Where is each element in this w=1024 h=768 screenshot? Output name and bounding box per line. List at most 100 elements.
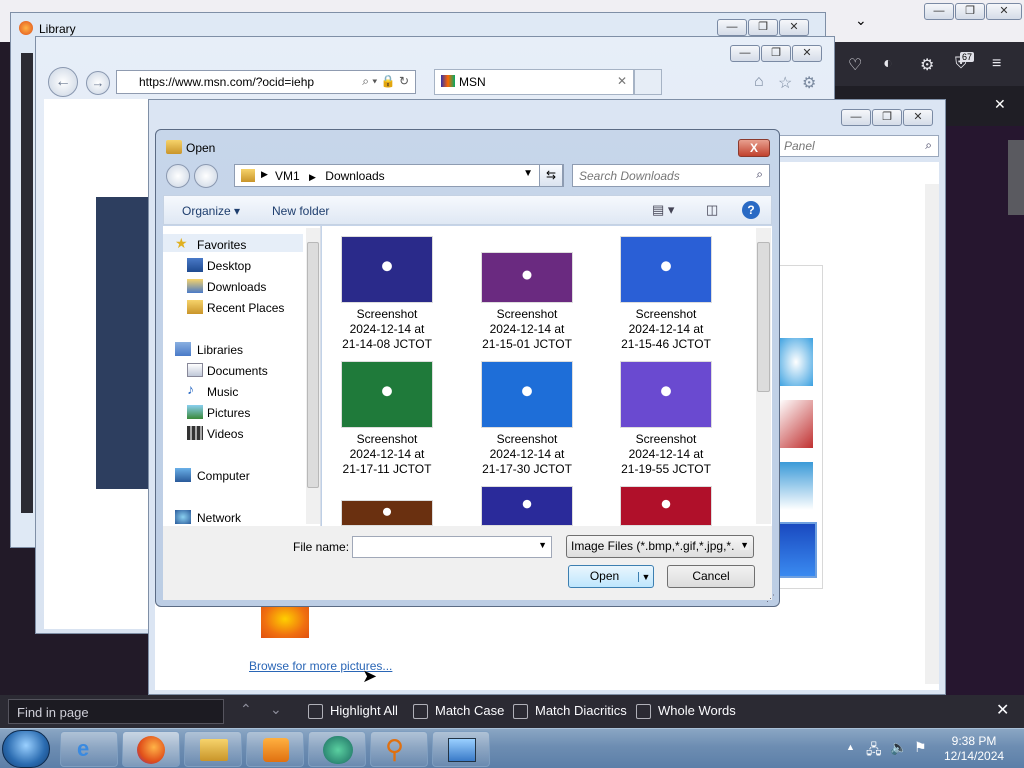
- file-name-field[interactable]: ▼: [352, 536, 552, 558]
- clock[interactable]: 9:38 PM 12/14/2024: [944, 734, 1004, 764]
- taskbar-ie[interactable]: e: [60, 731, 118, 767]
- close-button[interactable]: ✕: [779, 19, 809, 36]
- match-diacritics-label[interactable]: Match Diacritics: [535, 703, 627, 718]
- search-icon[interactable]: ⌕: [925, 138, 932, 153]
- taskbar-search[interactable]: ⚲: [370, 731, 428, 767]
- start-button[interactable]: [2, 730, 50, 768]
- chevron-down-icon[interactable]: ▼: [637, 572, 651, 582]
- tab-msn[interactable]: MSN ✕: [434, 69, 634, 95]
- sidebar-header-favorites[interactable]: Favorites: [197, 238, 246, 252]
- preview-pane-icon[interactable]: ◫: [706, 202, 718, 218]
- chevron-down-icon[interactable]: ⌄: [270, 701, 282, 718]
- close-icon[interactable]: ✕: [994, 96, 1006, 113]
- taskbar-firefox[interactable]: [122, 731, 180, 767]
- taskbar-app[interactable]: [308, 731, 366, 767]
- minimize-button[interactable]: —: [841, 109, 871, 126]
- new-folder-button[interactable]: New folder: [272, 204, 329, 218]
- match-case-label[interactable]: Match Case: [435, 703, 504, 718]
- sidebar-item-network[interactable]: Network: [197, 511, 241, 525]
- minimize-button[interactable]: —: [717, 19, 747, 36]
- refresh-icon[interactable]: ⇆: [539, 164, 563, 187]
- file-item[interactable]: [322, 500, 452, 526]
- action-center-icon[interactable]: ⚑: [914, 739, 927, 756]
- sidebar-item-recent-places[interactable]: Recent Places: [207, 301, 284, 315]
- whole-words-checkbox[interactable]: [636, 704, 651, 719]
- close-button[interactable]: X: [738, 139, 770, 157]
- organize-button[interactable]: Organize ▾: [182, 204, 240, 218]
- match-diacritics-checkbox[interactable]: [513, 704, 528, 719]
- file-type-select[interactable]: Image Files (*.bmp,*.gif,*.jpg,*. ▼: [566, 535, 754, 558]
- file-item[interactable]: Screenshot 2024-12-14 at 21-15-01 JCTOT: [462, 236, 592, 352]
- wallpaper-thumbnail[interactable]: [779, 462, 813, 510]
- find-input[interactable]: Find in page: [8, 699, 224, 724]
- close-button[interactable]: ✕: [903, 109, 933, 126]
- cancel-button[interactable]: Cancel: [667, 565, 755, 588]
- chevron-down-icon[interactable]: ⌄: [855, 12, 867, 29]
- sidebar-item-documents[interactable]: Documents: [207, 364, 268, 378]
- scroll-thumb[interactable]: [757, 242, 770, 392]
- sidebar-item-videos[interactable]: Videos: [207, 427, 243, 441]
- view-options-icon[interactable]: ▤ ▾: [652, 202, 674, 218]
- help-icon[interactable]: ?: [742, 201, 760, 219]
- file-item[interactable]: Screenshot 2024-12-14 at 21-17-30 JCTOT: [462, 361, 592, 477]
- chevron-up-icon[interactable]: ⌃: [240, 701, 252, 718]
- sidebar-scrollbar[interactable]: [306, 228, 320, 524]
- highlight-all-checkbox[interactable]: [308, 704, 323, 719]
- back-icon[interactable]: ←: [48, 67, 78, 97]
- wallpaper-thumbnail[interactable]: [779, 338, 813, 386]
- file-item[interactable]: Screenshot 2024-12-14 at 21-14-08 JCTOT: [322, 236, 452, 352]
- home-icon[interactable]: ⌂: [754, 73, 764, 91]
- sidebar-item-pictures[interactable]: Pictures: [207, 406, 250, 420]
- close-tab-icon[interactable]: ✕: [617, 74, 627, 88]
- forward-icon[interactable]: [194, 164, 218, 188]
- scrollbar[interactable]: [925, 184, 939, 684]
- match-case-checkbox[interactable]: [413, 704, 428, 719]
- highlight-all-label[interactable]: Highlight All: [330, 703, 398, 718]
- scrollbar[interactable]: [1008, 140, 1024, 215]
- control-panel-search[interactable]: Panel ⌕: [777, 135, 939, 157]
- sidebar-item-music[interactable]: Music: [207, 385, 238, 399]
- open-button[interactable]: Open ▼: [568, 565, 654, 588]
- forward-icon[interactable]: →: [86, 71, 110, 95]
- menu-icon[interactable]: ≡: [992, 55, 1001, 73]
- minimize-button[interactable]: —: [730, 45, 760, 62]
- maximize-button[interactable]: ❐: [872, 109, 902, 126]
- taskbar-control-panel[interactable]: [432, 731, 490, 767]
- network-icon[interactable]: 🖧: [866, 739, 882, 763]
- maximize-button[interactable]: ❐: [748, 19, 778, 36]
- address-bar[interactable]: https://www.msn.com/?ocid=iehp ⌕ ▾ 🔒 ↻: [116, 70, 416, 94]
- tools-icon[interactable]: ⚙: [802, 73, 816, 93]
- chevron-down-icon[interactable]: ▼: [523, 168, 533, 179]
- extensions-icon[interactable]: ⚙: [920, 55, 934, 75]
- close-button[interactable]: ✕: [792, 45, 822, 62]
- maximize-button[interactable]: ❐: [761, 45, 791, 62]
- close-icon[interactable]: ✕: [996, 700, 1009, 720]
- whole-words-label[interactable]: Whole Words: [658, 703, 736, 718]
- taskbar-media-player[interactable]: [246, 731, 304, 767]
- maximize-button[interactable]: ❐: [955, 3, 985, 20]
- sidebar-item-downloads[interactable]: Downloads: [207, 280, 266, 294]
- new-tab-button[interactable]: [634, 69, 662, 95]
- sidebar-header-libraries[interactable]: Libraries: [197, 343, 243, 357]
- resize-grip-icon[interactable]: ⋰: [766, 593, 775, 604]
- breadcrumb[interactable]: ▶ VM1 ▶ Downloads ▼: [234, 164, 564, 187]
- file-list-scrollbar[interactable]: [756, 228, 771, 524]
- file-item[interactable]: [462, 486, 592, 526]
- search-input[interactable]: Search Downloads ⌕: [572, 164, 770, 187]
- file-item[interactable]: [601, 486, 731, 526]
- wallpaper-thumbnail[interactable]: [779, 400, 813, 448]
- close-button[interactable]: ✕: [986, 3, 1022, 20]
- file-item[interactable]: Screenshot 2024-12-14 at 21-15-46 JCTOT: [601, 236, 731, 352]
- vpn-icon[interactable]: ◐: [883, 55, 893, 73]
- chevron-down-icon[interactable]: ▼: [538, 540, 547, 550]
- breadcrumb-downloads[interactable]: Downloads: [325, 169, 384, 183]
- pocket-icon[interactable]: ♡: [848, 55, 862, 75]
- scroll-thumb[interactable]: [307, 242, 319, 488]
- favorites-icon[interactable]: ☆: [778, 73, 792, 93]
- search-lock-refresh-icon[interactable]: ⌕ ▾ 🔒 ↻: [362, 74, 409, 89]
- breadcrumb-vm1[interactable]: VM1: [275, 169, 300, 183]
- sidebar-item-desktop[interactable]: Desktop: [207, 259, 251, 273]
- file-item[interactable]: Screenshot 2024-12-14 at 21-17-11 JCTOT: [322, 361, 452, 477]
- chevron-up-icon[interactable]: ▲: [846, 742, 855, 752]
- file-item[interactable]: Screenshot 2024-12-14 at 21-19-55 JCTOT: [601, 361, 731, 477]
